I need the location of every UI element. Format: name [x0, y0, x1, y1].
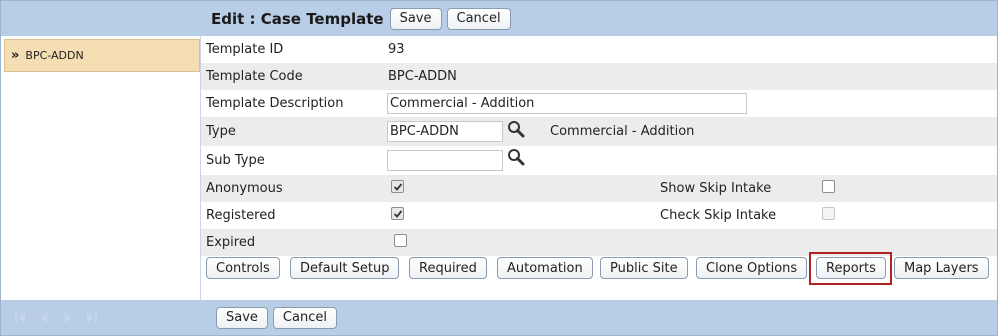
- footer-cancel-button[interactable]: Cancel: [272, 306, 337, 329]
- double-chevron-right-icon: »: [11, 48, 20, 63]
- automation-button[interactable]: Automation: [497, 257, 593, 279]
- template-code-row: Template Code BPC-ADDN: [201, 63, 997, 90]
- template-id-label: Template ID: [206, 42, 284, 57]
- template-id-value: 93: [388, 42, 405, 57]
- left-list-item-selected[interactable]: » BPC-ADDN: [4, 39, 200, 72]
- anonymous-checkbox[interactable]: [391, 180, 404, 193]
- type-search-icon[interactable]: [507, 120, 525, 138]
- map-layers-button[interactable]: Map Layers: [894, 257, 989, 279]
- anonymous-row: Anonymous Show Skip Intake: [201, 175, 997, 202]
- sub-type-row: Sub Type: [201, 146, 997, 175]
- required-button[interactable]: Required: [409, 257, 487, 279]
- left-panel: » BPC-ADDN: [1, 36, 201, 300]
- template-code-label: Template Code: [206, 69, 303, 84]
- clone-options-button[interactable]: Clone Options: [696, 257, 808, 279]
- type-label: Type: [206, 124, 236, 139]
- left-list-item-label: BPC-ADDN: [25, 49, 84, 62]
- expired-checkbox[interactable]: [394, 234, 407, 247]
- pager-bar: [1, 300, 201, 335]
- first-page-icon[interactable]: [13, 311, 27, 325]
- sub-type-search-icon[interactable]: [507, 148, 525, 166]
- public-site-button[interactable]: Public Site: [600, 257, 688, 279]
- sub-type-input[interactable]: [387, 150, 503, 171]
- template-description-input[interactable]: Commercial - Addition: [387, 93, 747, 114]
- page-title: Edit : Case Template: [211, 9, 384, 28]
- footer-save-button[interactable]: Save: [216, 306, 268, 329]
- registered-checkbox[interactable]: [391, 207, 404, 220]
- header-cancel-button[interactable]: Cancel: [446, 7, 511, 30]
- type-description: Commercial - Addition: [550, 124, 695, 139]
- expired-label: Expired: [206, 235, 256, 250]
- template-description-row: Template Description Commercial - Additi…: [201, 90, 997, 117]
- page-footer: Save Cancel: [201, 300, 997, 335]
- template-code-value: BPC-ADDN: [388, 69, 457, 84]
- default-setup-button[interactable]: Default Setup: [290, 257, 400, 279]
- last-page-icon[interactable]: [85, 311, 99, 325]
- template-form: Template ID 93 Template Code BPC-ADDN Te…: [201, 36, 997, 300]
- template-description-label: Template Description: [206, 96, 344, 111]
- action-button-row: Controls Default Setup Required Automati…: [201, 252, 997, 286]
- prev-page-icon[interactable]: [37, 311, 51, 325]
- show-skip-intake-label: Show Skip Intake: [660, 181, 772, 196]
- show-skip-intake-checkbox[interactable]: [822, 180, 835, 193]
- left-panel-header: [1, 1, 201, 36]
- check-skip-intake-checkbox[interactable]: [822, 207, 835, 220]
- header-save-button[interactable]: Save: [389, 7, 442, 30]
- page-header: Edit : Case Template Save Cancel: [201, 1, 997, 36]
- next-page-icon[interactable]: [61, 311, 75, 325]
- type-input[interactable]: BPC-ADDN: [387, 121, 503, 142]
- sub-type-label: Sub Type: [206, 153, 265, 168]
- type-row: Type BPC-ADDN Commercial - Addition: [201, 117, 997, 146]
- registered-row: Registered Check Skip Intake: [201, 202, 997, 229]
- reports-highlight-box: [809, 252, 892, 285]
- registered-label: Registered: [206, 208, 276, 223]
- template-id-row: Template ID 93: [201, 36, 997, 63]
- controls-button[interactable]: Controls: [206, 257, 280, 279]
- check-skip-intake-label: Check Skip Intake: [660, 208, 777, 223]
- anonymous-label: Anonymous: [206, 181, 283, 196]
